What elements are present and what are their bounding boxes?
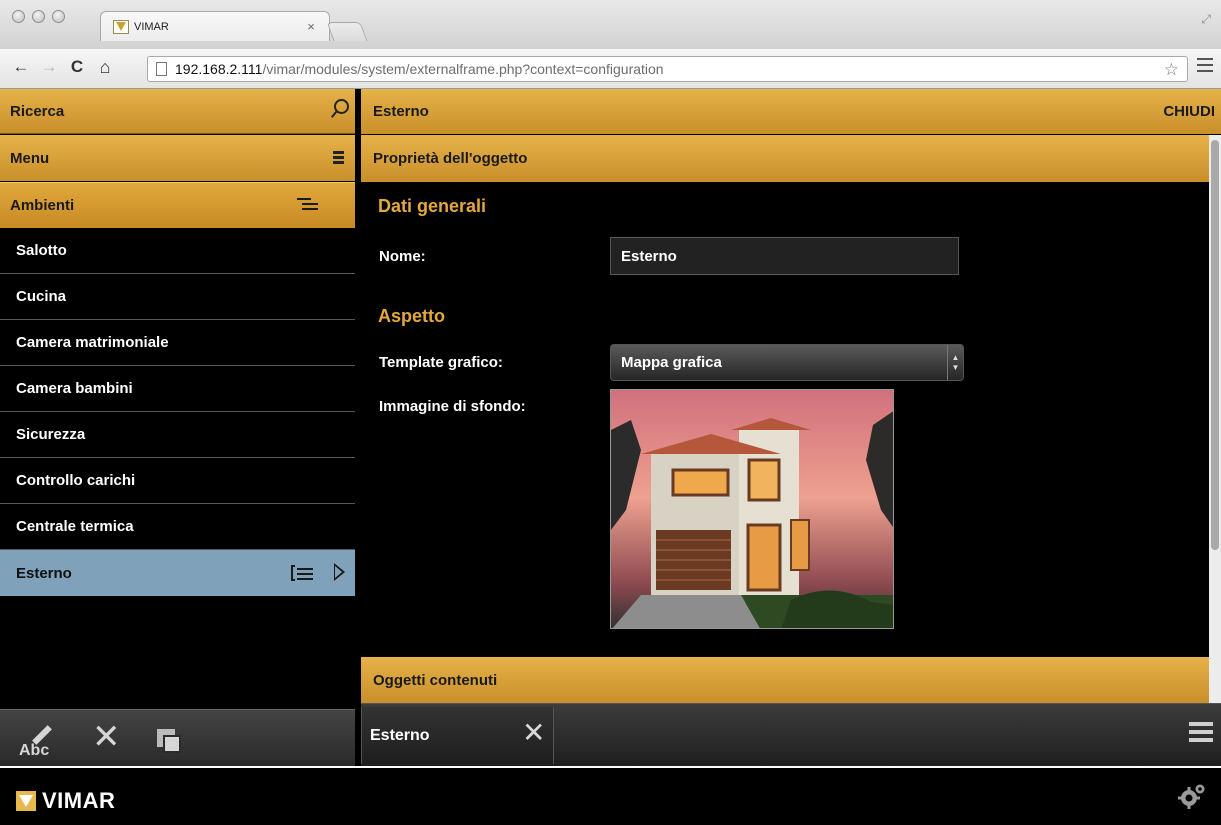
properties-header[interactable]: Proprietà dell'oggetto	[361, 135, 1209, 182]
open-tab-esterno[interactable]: Esterno ✕	[361, 707, 554, 764]
select-arrows-icon: ▲ ▼	[947, 345, 963, 380]
bookmark-star-icon[interactable]: ☆	[1164, 60, 1179, 80]
brand-name: VIMAR	[42, 788, 116, 813]
room-label: Salotto	[16, 242, 67, 259]
background-label: Immagine di sfondo:	[379, 398, 526, 415]
fullscreen-icon[interactable]: ⤢	[1201, 12, 1211, 27]
new-tab-button[interactable]	[326, 22, 368, 41]
room-item-camera-matrimoniale[interactable]: Camera matrimoniale	[0, 320, 355, 366]
browser-tab-title: VIMAR	[134, 20, 169, 33]
delete-icon[interactable]: ✕	[92, 720, 121, 754]
properties-header-label: Proprietà dell'oggetto	[373, 150, 528, 167]
vimar-logo: VIMAR	[16, 788, 115, 814]
vimar-logo-icon	[16, 791, 36, 811]
room-label: Sicurezza	[16, 426, 86, 443]
contents-header[interactable]: Oggetti contenuti	[361, 657, 1209, 703]
room-item-sicurezza[interactable]: Sicurezza	[0, 412, 355, 458]
main-panel: Esterno CHIUDI Proprietà dell'oggetto Da…	[361, 89, 1221, 766]
template-select[interactable]: Mappa grafica ▲ ▼	[610, 344, 964, 381]
room-list-icon[interactable]	[297, 197, 319, 213]
rename-icon[interactable]: Abc	[19, 720, 69, 760]
name-label: Nome:	[379, 248, 426, 265]
background-image-thumbnail[interactable]	[610, 389, 894, 629]
duplicate-icon[interactable]	[157, 729, 187, 759]
room-label: Esterno	[16, 564, 72, 582]
url-path: /vimar/modules/system/externalframe.php?…	[262, 61, 664, 77]
room-item-salotto[interactable]: Salotto	[0, 228, 355, 274]
close-button[interactable]: CHIUDI	[1163, 103, 1215, 120]
search-bar[interactable]: Ricerca	[0, 89, 355, 134]
room-label: Camera matrimoniale	[16, 334, 169, 351]
room-item-camera-bambini[interactable]: Camera bambini	[0, 366, 355, 412]
page-title: Esterno	[373, 103, 429, 120]
window-close-button[interactable]	[12, 10, 25, 23]
tabs-list-icon[interactable]	[1189, 722, 1213, 746]
room-label: Centrale termica	[16, 518, 134, 535]
settings-gear-icon[interactable]	[1177, 782, 1207, 810]
template-selected-value: Mappa grafica	[621, 354, 722, 371]
sidebar-toolbar: Abc ✕	[0, 709, 355, 766]
forward-arrow-icon[interactable]: →	[38, 57, 60, 77]
object-header: Esterno CHIUDI	[361, 89, 1221, 134]
tab-close-icon[interactable]: ×	[301, 19, 321, 34]
room-edit-list-icon[interactable]	[291, 565, 315, 581]
house-illustration	[611, 390, 893, 628]
scrollbar[interactable]	[1209, 135, 1221, 705]
template-label: Template grafico:	[379, 354, 503, 371]
general-section-title: Dati generali	[378, 196, 487, 216]
address-bar[interactable]: 192.168.2.111/vimar/modules/system/exter…	[147, 56, 1188, 82]
browser-tab-vimar[interactable]: VIMAR ×	[100, 11, 330, 41]
search-label: Ricerca	[10, 102, 65, 120]
menu-icon[interactable]	[333, 151, 344, 166]
browser-toolbar: ← → C ⌂ 192.168.2.111/vimar/modules/syst…	[0, 49, 1221, 89]
room-item-esterno[interactable]: Esterno	[0, 550, 355, 596]
menu-label: Menu	[10, 149, 50, 167]
room-label: Controllo carichi	[16, 472, 136, 489]
back-arrow-icon[interactable]: ←	[10, 57, 32, 77]
room-item-cucina[interactable]: Cucina	[0, 274, 355, 320]
name-field[interactable]: Esterno	[610, 237, 959, 275]
page-icon	[156, 62, 167, 76]
reload-icon[interactable]: C	[66, 57, 88, 77]
vimar-app: Ricerca Menu Ambienti Salotto Cucina Cam…	[0, 89, 1221, 825]
room-list: Salotto Cucina Camera matrimoniale Camer…	[0, 228, 355, 596]
close-icon[interactable]: ✕	[522, 719, 545, 747]
open-tab-label: Esterno	[370, 727, 430, 744]
scrollbar-thumb[interactable]	[1211, 140, 1219, 550]
rooms-header-label: Ambienti	[10, 197, 75, 214]
window-minimize-button[interactable]	[32, 10, 45, 23]
room-label: Cucina	[16, 288, 67, 305]
vimar-favicon-icon	[113, 19, 129, 34]
url-host: 192.168.2.111	[175, 61, 263, 77]
room-label: Camera bambini	[16, 380, 133, 397]
chevron-right-icon[interactable]	[334, 563, 345, 581]
open-objects-tabbar: Esterno ✕	[361, 703, 1221, 766]
search-icon[interactable]	[331, 99, 349, 119]
window-zoom-button[interactable]	[52, 10, 65, 23]
footer: VIMAR	[0, 766, 1221, 825]
sidebar: Ricerca Menu Ambienti Salotto Cucina Cam…	[0, 89, 355, 766]
room-item-controllo-carichi[interactable]: Controllo carichi	[0, 458, 355, 504]
appearance-section-title: Aspetto	[378, 306, 445, 326]
browser-menu-icon[interactable]	[1197, 58, 1213, 76]
room-item-centrale-termica[interactable]: Centrale termica	[0, 504, 355, 550]
menu-bar[interactable]: Menu	[0, 135, 355, 181]
contents-header-label: Oggetti contenuti	[373, 671, 498, 689]
rooms-header[interactable]: Ambienti	[0, 182, 355, 228]
browser-tab-strip: VIMAR × ⤢	[0, 0, 1221, 49]
home-icon[interactable]: ⌂	[94, 57, 116, 78]
properties-panel: Dati generali Nome: Esterno Aspetto Temp…	[361, 182, 1209, 657]
